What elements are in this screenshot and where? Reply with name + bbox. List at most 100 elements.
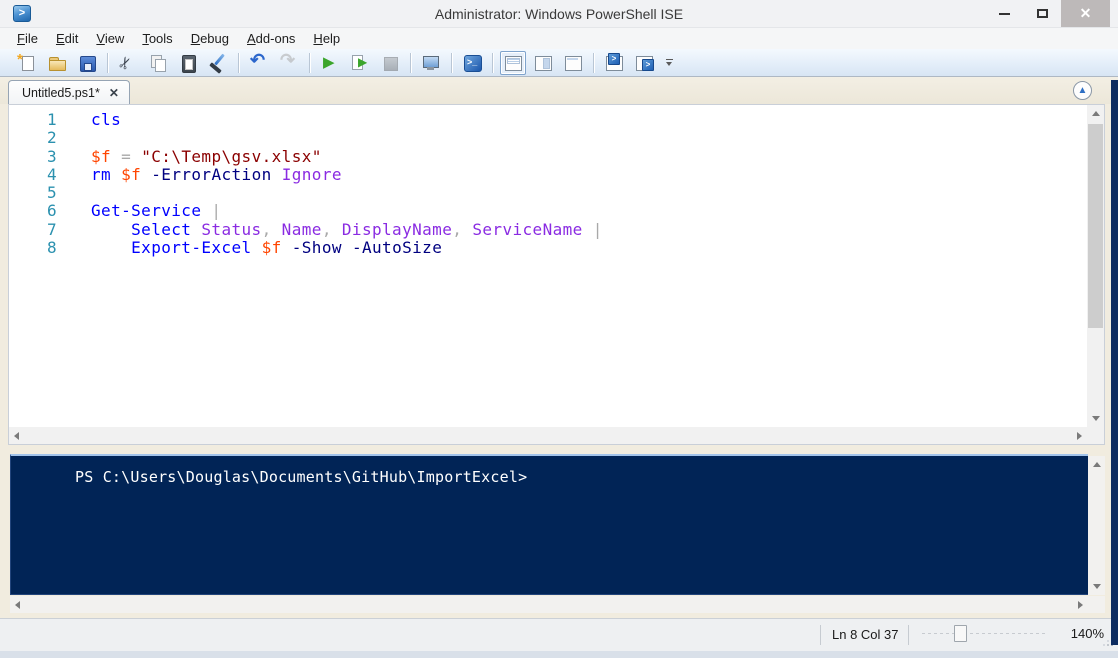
toolbar — [0, 49, 1118, 77]
menu-bar: FileEditViewToolsDebugAdd-onsHelp — [0, 28, 1118, 49]
powershell-ise-app-icon: > — [13, 5, 31, 22]
scroll-up-arrow[interactable] — [1092, 111, 1100, 116]
line-number: 5 — [9, 184, 57, 202]
code-area[interactable]: 1cls23$f = "C:\Temp\gsv.xlsx"4rm $f -Err… — [9, 105, 1087, 427]
code-line[interactable]: 7 Select Status, Name, DisplayName, Serv… — [9, 221, 1087, 239]
redo-button[interactable] — [276, 51, 302, 75]
window-title: Administrator: Windows PowerShell ISE — [0, 6, 1118, 22]
zoom-slider-track[interactable] — [922, 633, 1048, 634]
editor-horizontal-scrollbar[interactable] — [9, 427, 1087, 444]
new-remote-powershell-tab-icon — [421, 53, 441, 73]
menu-item-help[interactable]: Help — [304, 28, 349, 49]
code-line[interactable]: 1cls — [9, 111, 1087, 129]
console-vertical-scrollbar[interactable] — [1088, 456, 1105, 595]
editor-vscroll-thumb[interactable] — [1088, 124, 1103, 328]
clear-console-pane-button[interactable] — [205, 51, 231, 75]
tab-label: Untitled5.ps1* — [22, 86, 100, 100]
statusbar-separator — [820, 625, 821, 645]
code-line[interactable]: 3$f = "C:\Temp\gsv.xlsx" — [9, 148, 1087, 166]
menu-item-file[interactable]: File — [8, 28, 47, 49]
toolbar-overflow-icon[interactable] — [663, 51, 677, 75]
collapse-script-pane-button[interactable]: ▲ — [1073, 81, 1092, 100]
scroll-left-arrow[interactable] — [14, 432, 19, 440]
script-editor-pane: 1cls23$f = "C:\Temp\gsv.xlsx"4rm $f -Err… — [8, 104, 1105, 445]
scroll-right-arrow[interactable] — [1078, 601, 1083, 609]
stop-operation-icon — [380, 53, 400, 73]
status-bar: Ln 8 Col 37 — [0, 618, 1118, 651]
undo-icon — [249, 53, 269, 73]
undo-button[interactable] — [246, 51, 272, 75]
save-script-button[interactable] — [74, 51, 100, 75]
open-script-icon — [47, 53, 67, 73]
start-powershell-button[interactable] — [459, 51, 485, 75]
menu-item-edit[interactable]: Edit — [47, 28, 87, 49]
run-script-icon — [320, 53, 340, 73]
show-script-pane-top-button[interactable] — [500, 51, 526, 75]
new-script-button[interactable] — [14, 51, 40, 75]
toolbar-separator — [309, 53, 310, 73]
toolbar-separator — [492, 53, 493, 73]
new-powershell-tab-icon — [604, 53, 624, 73]
copy-icon — [148, 53, 168, 73]
new-remote-powershell-tab-button[interactable] — [418, 51, 444, 75]
new-script-icon — [17, 53, 37, 73]
copy-button[interactable] — [145, 51, 171, 75]
toolbar-separator — [238, 53, 239, 73]
menu-item-debug[interactable]: Debug — [182, 28, 238, 49]
show-script-pane-right-button[interactable] — [530, 51, 556, 75]
powershell-ise-window: > Administrator: Windows PowerShell ISE … — [0, 0, 1118, 658]
chevron-up-icon: ▲ — [1078, 85, 1088, 96]
scroll-down-arrow[interactable] — [1093, 584, 1101, 589]
toolbar-separator — [451, 53, 452, 73]
scroll-down-arrow[interactable] — [1092, 416, 1100, 421]
zoom-slider-thumb[interactable] — [954, 625, 967, 642]
cut-button[interactable] — [115, 51, 141, 75]
tab-strip: Untitled5.ps1* ✕ — [0, 77, 1118, 104]
code-line[interactable]: 8 Export-Excel $f -Show -AutoSize — [9, 239, 1087, 257]
console-pane[interactable]: PS C:\Users\Douglas\Documents\GitHub\Imp… — [10, 454, 1088, 595]
show-script-pane-right-icon — [533, 53, 553, 73]
menu-item-addons[interactable]: Add-ons — [238, 28, 304, 49]
line-number: 1 — [9, 111, 57, 129]
run-script-button[interactable] — [317, 51, 343, 75]
show-powershell-console-button[interactable] — [631, 51, 657, 75]
cut-icon — [118, 53, 138, 73]
clear-console-pane-icon — [208, 53, 228, 73]
code-line[interactable]: 4rm $f -ErrorAction Ignore — [9, 166, 1087, 184]
statusbar-separator — [908, 625, 909, 645]
line-number: 7 — [9, 221, 57, 239]
menu-item-view[interactable]: View — [87, 28, 133, 49]
code-line[interactable]: 6Get-Service | — [9, 202, 1087, 220]
toolbar-separator — [107, 53, 108, 73]
line-number: 8 — [9, 239, 57, 257]
show-script-pane-maximized-icon — [563, 53, 583, 73]
show-powershell-console-icon — [634, 53, 654, 73]
tab-close-icon[interactable]: ✕ — [109, 87, 119, 99]
new-powershell-tab-button[interactable] — [601, 51, 627, 75]
console-horizontal-scrollbar[interactable] — [10, 596, 1088, 613]
scroll-right-arrow[interactable] — [1077, 432, 1082, 440]
code-line[interactable]: 2 — [9, 129, 1087, 147]
open-script-button[interactable] — [44, 51, 70, 75]
scroll-up-arrow[interactable] — [1093, 462, 1101, 467]
scroll-left-arrow[interactable] — [15, 601, 20, 609]
save-script-icon — [77, 53, 97, 73]
window-controls: ✕ — [985, 0, 1110, 28]
console-prompt[interactable]: PS C:\Users\Douglas\Documents\GitHub\Imp… — [75, 468, 1088, 486]
menu-item-tools[interactable]: Tools — [133, 28, 181, 49]
maximize-button[interactable] — [1023, 0, 1061, 27]
editor-vertical-scrollbar[interactable] — [1087, 105, 1104, 427]
zoom-level: 140% — [1056, 626, 1104, 641]
code-line[interactable]: 5 — [9, 184, 1087, 202]
paste-button[interactable] — [175, 51, 201, 75]
minimize-button[interactable] — [985, 0, 1023, 27]
show-script-pane-maximized-button[interactable] — [560, 51, 586, 75]
tab-untitled5[interactable]: Untitled5.ps1* ✕ — [8, 80, 130, 104]
title-bar: > Administrator: Windows PowerShell ISE … — [0, 0, 1118, 28]
toolbar-separator — [410, 53, 411, 73]
line-number: 4 — [9, 166, 57, 184]
close-button[interactable]: ✕ — [1061, 0, 1110, 27]
run-selection-button[interactable] — [347, 51, 373, 75]
stop-operation-button[interactable] — [377, 51, 403, 75]
show-script-pane-top-icon — [503, 53, 523, 73]
